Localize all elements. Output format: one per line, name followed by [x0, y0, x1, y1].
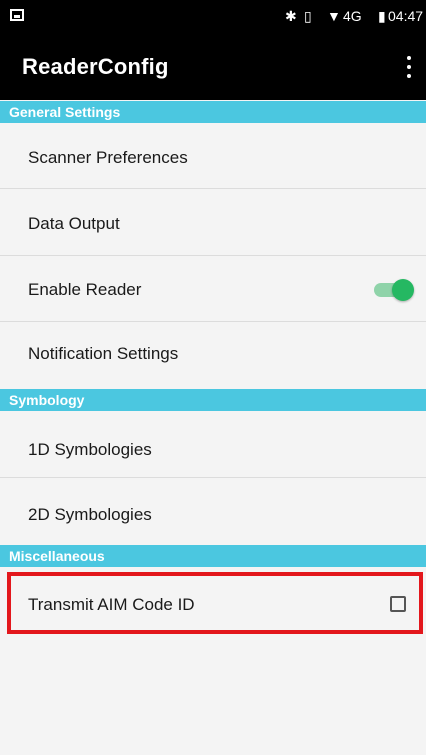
network-type: 4G: [343, 8, 362, 24]
enable-reader-toggle[interactable]: [374, 279, 414, 301]
symbologies-2d-item[interactable]: 2D Symbologies: [0, 479, 426, 545]
image-notification-icon: [10, 9, 24, 21]
bluetooth-icon: ✱: [285, 8, 297, 24]
notification-settings-item[interactable]: Notification Settings: [0, 322, 426, 388]
app-title: ReaderConfig: [22, 54, 169, 79]
status-time: 04:47: [388, 8, 424, 24]
overflow-menu-icon[interactable]: [404, 56, 414, 82]
symbologies-1d-item[interactable]: 1D Symbologies: [0, 412, 426, 478]
data-output-item[interactable]: Data Output: [0, 190, 426, 256]
section-general-settings: General Settings: [0, 101, 426, 123]
status-bar: ✱ ▯ ▼ 4G ▮ 04:47: [0, 0, 426, 36]
transmit-aim-code-id-checkbox[interactable]: [390, 596, 406, 612]
section-symbology: Symbology: [0, 389, 426, 411]
enable-reader-label: Enable Reader: [28, 280, 142, 299]
scanner-preferences-item[interactable]: Scanner Preferences: [0, 124, 426, 189]
enable-reader-item[interactable]: Enable Reader: [0, 256, 426, 322]
symbologies-2d-label: 2D Symbologies: [28, 505, 152, 524]
scanner-preferences-label: Scanner Preferences: [28, 148, 188, 167]
transmit-aim-code-id-label: Transmit AIM Code ID: [28, 595, 195, 614]
transmit-aim-code-id-item[interactable]: Transmit AIM Code ID: [0, 568, 426, 636]
symbologies-1d-label: 1D Symbologies: [28, 440, 152, 459]
notification-settings-label: Notification Settings: [28, 344, 179, 363]
vibrate-icon: ▯: [304, 8, 312, 24]
app-bar: ReaderConfig: [0, 36, 426, 100]
data-output-label: Data Output: [28, 214, 120, 233]
wifi-icon: ▼: [327, 8, 341, 24]
section-miscellaneous: Miscellaneous: [0, 545, 426, 567]
battery-icon: ▮: [378, 8, 386, 24]
toggle-knob: [392, 279, 414, 301]
